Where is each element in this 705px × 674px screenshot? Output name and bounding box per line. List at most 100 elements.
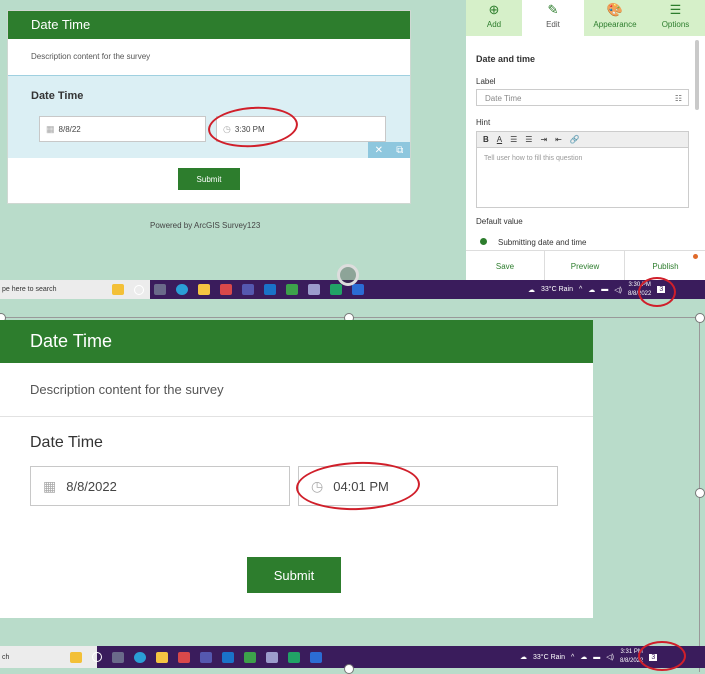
search-icon[interactable]: [134, 284, 144, 295]
teams-icon[interactable]: [242, 284, 254, 295]
divider: [0, 416, 593, 417]
word-icon[interactable]: [310, 651, 322, 663]
link-icon[interactable]: 🔗: [570, 135, 580, 144]
date-input[interactable]: ▦ 8/8/2022: [30, 466, 290, 506]
bullet-list-icon[interactable]: ☰: [525, 135, 532, 144]
cortana-icon[interactable]: [70, 651, 82, 663]
submit-button[interactable]: Submit: [178, 168, 240, 190]
taskbar-apps: [70, 646, 322, 668]
form-description: Description content for the survey: [31, 52, 151, 61]
resize-handle[interactable]: [695, 488, 705, 498]
unsaved-dot: [693, 254, 698, 259]
toolbar-edit-label: Edit: [546, 20, 560, 29]
rotate-handle-icon[interactable]: [337, 264, 359, 286]
battery-icon[interactable]: ▬: [601, 286, 608, 293]
file-explorer-icon[interactable]: [198, 284, 210, 295]
text-color-icon[interactable]: A: [497, 135, 502, 144]
rich-text-toolbar: B A ☰ ☰ ⇥ ⇤ 🔗: [476, 131, 689, 148]
save-button[interactable]: Save: [466, 250, 544, 281]
weather-icon[interactable]: ☁: [528, 286, 535, 294]
toolbar-appearance-label: Appearance: [593, 20, 637, 29]
radio-selected-icon[interactable]: [480, 238, 487, 245]
snip-icon[interactable]: [308, 284, 320, 295]
toolbar-options[interactable]: ☰ Options: [646, 0, 705, 36]
weather-icon[interactable]: ☁: [520, 653, 527, 661]
edge-icon[interactable]: [176, 284, 188, 295]
sliders-icon: ☰: [669, 2, 682, 17]
date-value: 8/8/22: [58, 124, 81, 134]
indent-icon[interactable]: ⇥: [540, 135, 547, 144]
palette-icon: 🎨: [606, 2, 624, 17]
search-icon[interactable]: [92, 652, 102, 662]
question-controls: ✕ ⧉: [368, 142, 410, 158]
toolbar-add[interactable]: ⊕ Add: [466, 0, 522, 36]
task-view-icon[interactable]: [112, 651, 124, 663]
toolbar-edit[interactable]: ✎ Edit: [522, 0, 584, 36]
taskbar-apps: [112, 280, 364, 299]
tray-chevron-icon[interactable]: ^: [571, 654, 574, 661]
volume-icon[interactable]: ◁): [614, 286, 622, 294]
rich-text-icon[interactable]: ☷: [675, 90, 682, 107]
hint-textarea[interactable]: Tell user how to fill this question: [476, 148, 689, 208]
calendar-icon: ▦: [46, 123, 55, 134]
plus-circle-icon: ⊕: [488, 2, 500, 17]
hint-title: Hint: [476, 118, 491, 127]
battery-icon[interactable]: ▬: [593, 654, 600, 661]
volume-icon[interactable]: ◁): [606, 653, 614, 661]
chrome-icon[interactable]: [178, 651, 190, 663]
taskbar-search-text: ch: [2, 653, 10, 661]
app-icon[interactable]: [286, 284, 298, 295]
bold-icon[interactable]: B: [483, 135, 489, 144]
default-option-label: Submitting date and time: [498, 238, 587, 247]
label-value: Date Time: [485, 94, 522, 103]
cortana-icon[interactable]: [112, 284, 124, 295]
label-input[interactable]: Date Time ☷: [476, 89, 689, 106]
weather-text[interactable]: 33°C Rain: [541, 286, 573, 293]
duplicate-icon[interactable]: ⧉: [396, 145, 403, 156]
task-view-icon[interactable]: [154, 284, 166, 295]
toolbar-options-label: Options: [661, 20, 690, 29]
toolbar-add-label: Add: [486, 20, 502, 29]
date-input[interactable]: ▦ 8/8/22: [39, 116, 206, 142]
powered-by-text: Powered by ArcGIS Survey123: [150, 221, 261, 230]
question-title: Date Time: [31, 90, 84, 102]
datetime-question[interactable]: Date Time ▦ 8/8/22 ◷ 3:30 PM ✕ ⧉: [8, 75, 410, 158]
annotation-circle-clock-top: [638, 277, 676, 307]
app-icon[interactable]: [244, 651, 256, 663]
date-value: 8/8/2022: [66, 478, 117, 494]
form-header: Date Time: [8, 11, 410, 39]
resize-handle[interactable]: [344, 664, 354, 674]
properties-panel: ⊕ Add ✎ Edit 🎨 Appearance ☰ Options Date…: [466, 0, 705, 281]
form-header: Date Time: [0, 320, 593, 363]
default-value-title: Default value: [476, 217, 523, 226]
file-explorer-icon[interactable]: [156, 651, 168, 663]
snip-icon[interactable]: [266, 651, 278, 663]
calendar-icon: ▦: [43, 477, 57, 494]
pencil-icon: ✎: [547, 2, 559, 17]
ordered-list-icon[interactable]: ☰: [510, 135, 517, 144]
label-title: Label: [476, 77, 496, 86]
onedrive-icon[interactable]: ☁: [588, 286, 595, 294]
tray-chevron-icon[interactable]: ^: [579, 286, 582, 293]
toolbar-appearance[interactable]: 🎨 Appearance: [584, 0, 646, 36]
excel-icon[interactable]: [288, 651, 300, 663]
outdent-icon[interactable]: ⇤: [555, 135, 562, 144]
onedrive-icon[interactable]: ☁: [580, 653, 587, 661]
survey-form-preview-small: Date Time Description content for the su…: [7, 10, 411, 204]
question-title: Date Time: [30, 434, 103, 451]
taskbar-search-text: pe here to search: [2, 286, 57, 293]
word-icon[interactable]: [352, 284, 364, 295]
edge-icon[interactable]: [134, 651, 146, 663]
submit-button[interactable]: Submit: [247, 557, 341, 593]
outlook-icon[interactable]: [264, 284, 276, 295]
outlook-icon[interactable]: [222, 651, 234, 663]
chrome-icon[interactable]: [220, 284, 232, 295]
delete-icon[interactable]: ✕: [375, 145, 383, 156]
panel-scrollbar[interactable]: [695, 40, 699, 110]
preview-button[interactable]: Preview: [544, 250, 625, 281]
excel-icon[interactable]: [330, 284, 342, 295]
survey-form-preview-large: Date Time Description content for the su…: [0, 320, 593, 618]
weather-text[interactable]: 33°C Rain: [533, 654, 565, 661]
resize-handle[interactable]: [695, 313, 705, 323]
teams-icon[interactable]: [200, 651, 212, 663]
